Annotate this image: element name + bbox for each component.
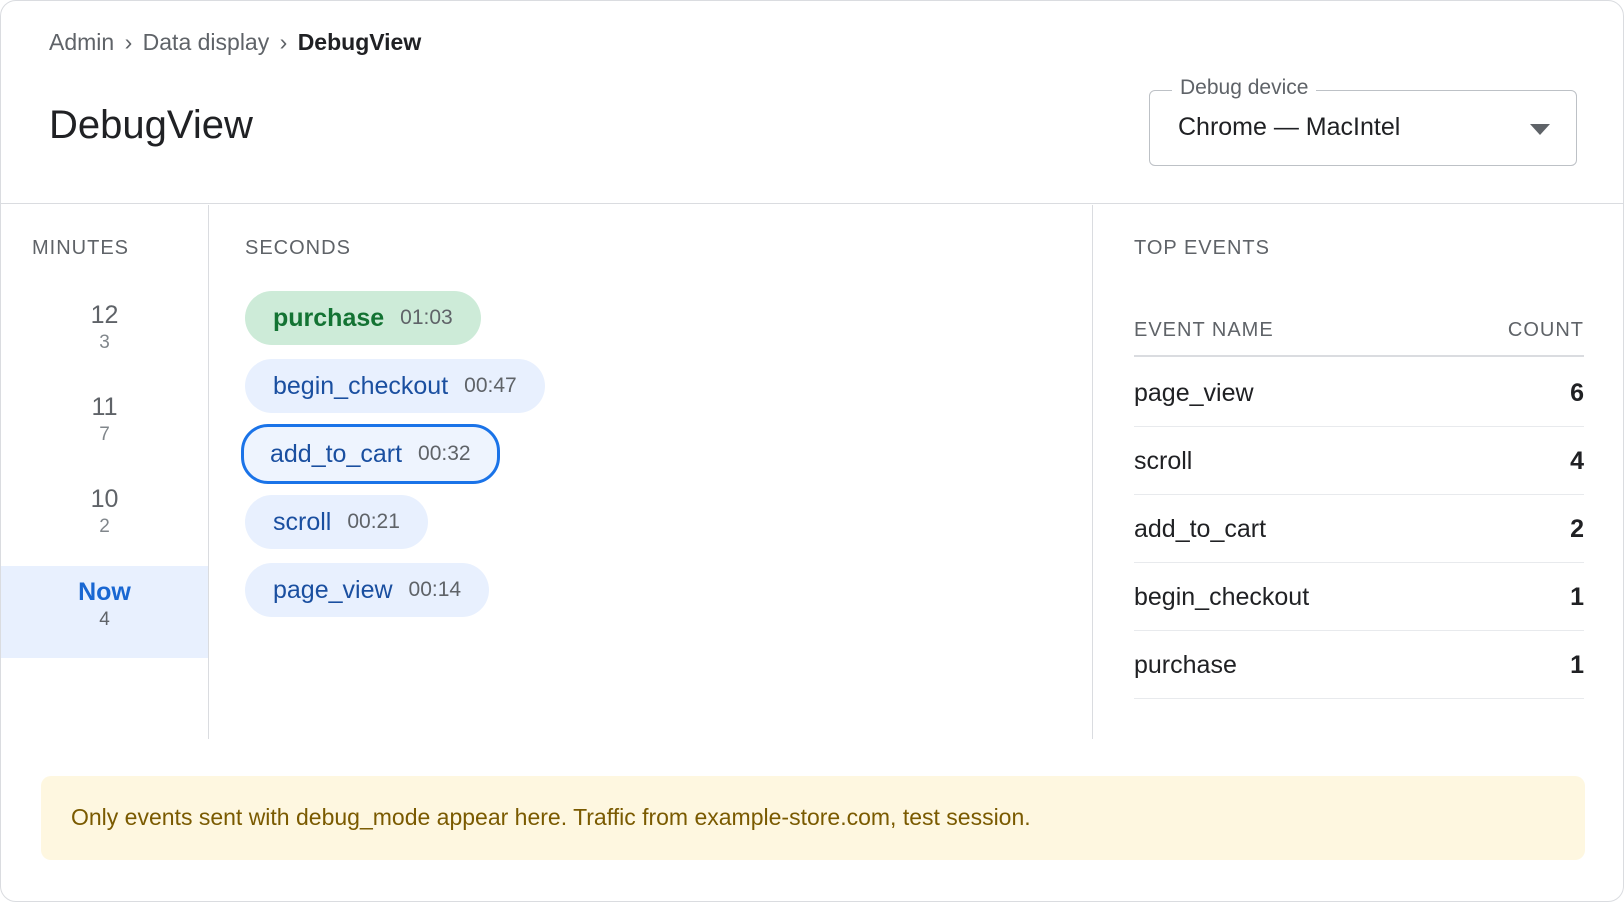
minute-value: 10 (90, 485, 119, 513)
event-time: 00:14 (408, 578, 462, 601)
event-count-cell: 1 (1570, 583, 1584, 611)
debug-device-select[interactable]: Debug device Chrome — MacIntel (1149, 76, 1577, 166)
minute-item-now[interactable]: Now 4 (1, 566, 208, 658)
event-chip-add-to-cart[interactable]: add_to_cart 00:32 (241, 424, 500, 484)
event-name: begin_checkout (273, 371, 449, 400)
top-events-header: TOP EVENTS (1134, 237, 1270, 259)
minute-value: 12 (90, 301, 119, 329)
minutes-header: MINUTES (32, 237, 129, 259)
event-time: 01:03 (400, 306, 453, 329)
breadcrumb: Admin › Data display › DebugView (49, 29, 421, 56)
event-name: scroll (273, 507, 332, 536)
debugview-panel: Admin › Data display › DebugView DebugVi… (0, 0, 1624, 902)
minute-item-12[interactable]: 12 3 (1, 289, 208, 381)
minute-count: 2 (99, 516, 110, 537)
event-count-cell: 4 (1570, 447, 1584, 475)
debug-device-value: Chrome — MacIntel (1178, 113, 1401, 141)
debug-mode-notice: Only events sent with debug_mode appear … (41, 776, 1585, 860)
event-name-cell: page_view (1134, 379, 1254, 407)
debug-device-label: Debug device (1172, 76, 1317, 100)
breadcrumb-separator: › (124, 29, 133, 55)
table-row[interactable]: add_to_cart 2 (1134, 495, 1584, 563)
event-count-cell: 1 (1570, 651, 1584, 679)
breadcrumb-current: DebugView (297, 29, 422, 55)
event-name: add_to_cart (270, 439, 403, 468)
column-header-event-name: EVENT NAME (1134, 319, 1274, 341)
event-chip-page-view[interactable]: page_view 00:14 (245, 563, 490, 617)
column-header-count: COUNT (1507, 319, 1584, 341)
minute-count: 4 (99, 609, 110, 630)
minute-value: Now (78, 578, 131, 606)
event-name-cell: purchase (1134, 651, 1237, 679)
breadcrumb-separator: › (279, 29, 288, 55)
event-chip-purchase[interactable]: purchase 01:03 (245, 291, 481, 345)
table-row[interactable]: purchase 1 (1134, 631, 1584, 699)
event-chip-scroll[interactable]: scroll 00:21 (245, 495, 428, 549)
minute-count: 3 (99, 332, 110, 353)
event-name-cell: scroll (1134, 447, 1193, 475)
breadcrumb-data-display[interactable]: Data display (143, 29, 270, 55)
breadcrumb-admin[interactable]: Admin (49, 29, 114, 55)
minute-item-11[interactable]: 11 7 (1, 381, 208, 473)
event-name-cell: add_to_cart (1134, 515, 1267, 543)
minute-item-10[interactable]: 10 2 (1, 473, 208, 565)
table-row[interactable]: begin_checkout 1 (1134, 563, 1584, 631)
event-name: purchase (273, 303, 385, 332)
event-count-cell: 2 (1570, 515, 1584, 543)
seconds-header: SECONDS (245, 237, 351, 259)
header: Admin › Data display › DebugView DebugVi… (1, 1, 1623, 204)
table-row[interactable]: page_view 6 (1134, 359, 1584, 427)
event-name: page_view (273, 575, 393, 604)
table-row[interactable]: scroll 4 (1134, 427, 1584, 495)
event-chip-begin-checkout[interactable]: begin_checkout 00:47 (245, 359, 545, 413)
event-time: 00:47 (464, 374, 517, 397)
top-events-table-header: EVENT NAME COUNT (1134, 305, 1584, 357)
notice-text: Only events sent with debug_mode appear … (71, 804, 1031, 830)
event-name-cell: begin_checkout (1134, 583, 1310, 611)
event-time: 00:21 (347, 510, 400, 533)
page-title: DebugView (49, 103, 253, 147)
dropdown-arrow-icon (1530, 124, 1550, 135)
minute-count: 7 (99, 424, 110, 445)
top-events-panel: TOP EVENTS EVENT NAME COUNT page_view 6 … (1094, 205, 1623, 739)
minute-value: 11 (91, 393, 118, 421)
event-time: 00:32 (418, 442, 471, 465)
seconds-column: SECONDS purchase 01:03 begin_checkout 00… (210, 205, 1093, 739)
minutes-column: MINUTES 12 3 11 7 10 2 Now 4 (1, 205, 209, 739)
event-count-cell: 6 (1570, 379, 1584, 407)
